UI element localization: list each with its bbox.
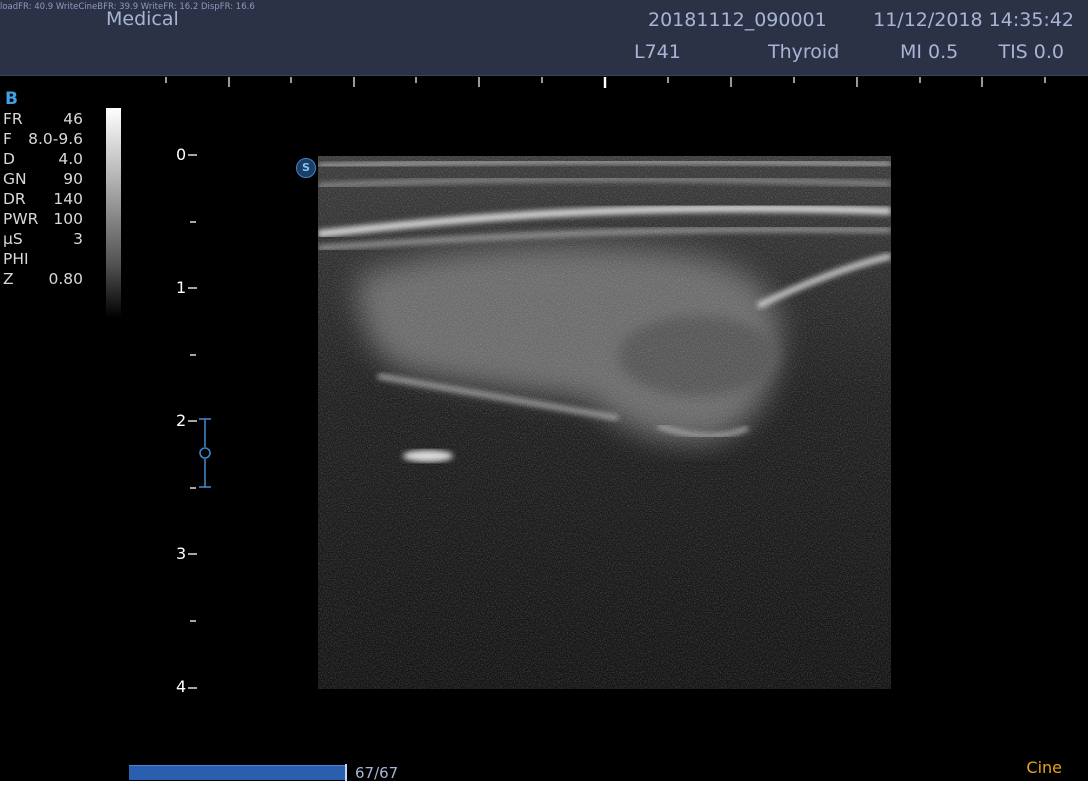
imaging-mode-label: B [5, 89, 18, 109]
exam-datetime: 11/12/2018 14:35:42 [873, 9, 1074, 31]
ultrasound-image [318, 156, 891, 689]
parameter-panel: FR 46 F 8.0-9.6 D 4.0 GN 90 DR 140 PWR 100 μS 3… [3, 110, 83, 290]
param-key: PWR [3, 210, 39, 228]
param-value: 46 [63, 110, 83, 128]
param-row: PWR 100 [3, 210, 83, 230]
param-key: FR [3, 110, 23, 128]
orientation-marker: S [296, 158, 316, 178]
cine-progress-fill [129, 765, 347, 780]
param-row: DR 140 [3, 190, 83, 210]
cine-progress-marker[interactable] [345, 764, 347, 781]
cine-progress-track[interactable] [129, 765, 347, 780]
param-value: 100 [53, 210, 83, 228]
cine-mode-label: Cine [1026, 758, 1062, 777]
param-value: 90 [63, 170, 83, 188]
param-row: F 8.0-9.6 [3, 130, 83, 150]
param-key: μS [3, 230, 23, 248]
thermal-index: TIS 0.0 [998, 41, 1064, 63]
exam-preset: Thyroid [768, 41, 840, 63]
param-key: GN [3, 170, 27, 188]
cine-frame-count: 67/67 [355, 764, 399, 782]
probe-name: L741 [634, 41, 681, 63]
param-value: 4.0 [58, 150, 83, 168]
institution-name: Medical [106, 8, 179, 30]
focus-marker[interactable] [197, 418, 213, 490]
param-row: μS 3 [3, 230, 83, 250]
param-key: F [3, 130, 12, 148]
grayscale-bar [106, 108, 121, 318]
param-value: 8.0-9.6 [28, 130, 83, 148]
param-key: DR [3, 190, 26, 208]
bottom-border [0, 781, 1088, 788]
param-row: GN 90 [3, 170, 83, 190]
patient-id: 20181112_090001 [648, 9, 827, 31]
param-row: D 4.0 [3, 150, 83, 170]
param-row: PHI [3, 250, 83, 270]
param-key: D [3, 150, 15, 168]
param-key: PHI [3, 250, 29, 268]
lateral-ruler [165, 77, 1046, 88]
param-value: 3 [73, 230, 83, 248]
param-value: 0.80 [48, 270, 83, 288]
ultrasound-screen: loadFR: 40.9 WriteCineBFR: 39.9 WriteFR:… [0, 0, 1088, 788]
param-row: FR 46 [3, 110, 83, 130]
param-value: 140 [53, 190, 83, 208]
header-bar: loadFR: 40.9 WriteCineBFR: 39.9 WriteFR:… [0, 0, 1088, 76]
mechanical-index: MI 0.5 [900, 41, 959, 63]
param-key: Z [3, 270, 14, 288]
param-row: Z 0.80 [3, 270, 83, 290]
